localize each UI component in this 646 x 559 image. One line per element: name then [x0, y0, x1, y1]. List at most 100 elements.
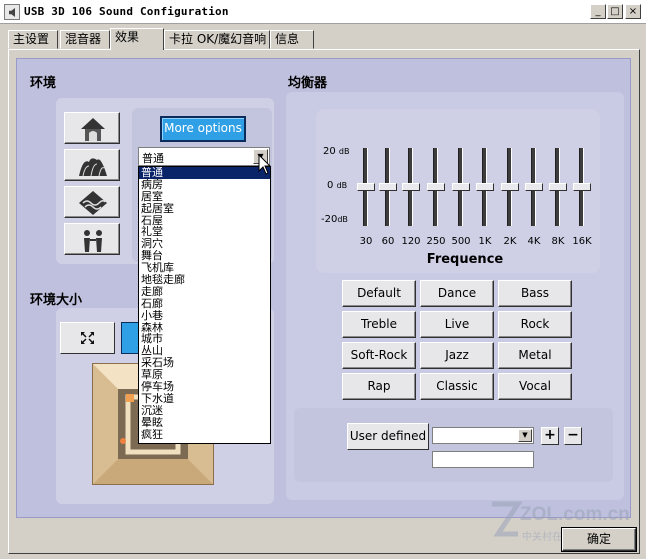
- eq-slider-120[interactable]: [402, 148, 420, 226]
- user-preset-select[interactable]: ▼: [432, 427, 534, 444]
- eq-slider-thumb[interactable]: [379, 183, 397, 191]
- freq-label: 1K: [478, 236, 492, 247]
- watermark-brand: ZOL.com.cn: [520, 504, 630, 525]
- expand-arrows-icon: [81, 332, 94, 344]
- title-bar: USB 3D 106 Sound Configuration _ □ ×: [0, 0, 646, 24]
- preset-rock-button[interactable]: Rock: [498, 311, 572, 338]
- window-title: USB 3D 106 Sound Configuration: [24, 5, 229, 18]
- more-options-button[interactable]: More options: [160, 116, 246, 142]
- env-size-expand-button[interactable]: [60, 322, 115, 354]
- close-button[interactable]: ×: [625, 4, 641, 19]
- preset-vocal-button[interactable]: Vocal: [498, 373, 572, 400]
- env-preset-house[interactable]: [64, 112, 120, 144]
- freq-label: 500: [451, 236, 471, 247]
- mouse-cursor-icon: [258, 154, 272, 175]
- eq-slider-thumb[interactable]: [476, 183, 494, 191]
- dropdown-option[interactable]: 飞机库: [139, 262, 270, 274]
- db-label-bottom: -20dB: [321, 214, 348, 225]
- dropdown-option[interactable]: 草原: [139, 369, 270, 381]
- env-preset-landscape[interactable]: [64, 186, 120, 218]
- eq-slider-1K[interactable]: [476, 148, 494, 226]
- dropdown-option[interactable]: 小巷: [139, 310, 270, 322]
- eq-slider-2K[interactable]: [501, 148, 519, 226]
- house-icon: [81, 118, 105, 141]
- eq-slider-8K[interactable]: [549, 148, 567, 226]
- tab-effects[interactable]: 效果: [110, 28, 164, 50]
- dropdown-option[interactable]: 礼堂: [139, 226, 270, 238]
- landscape-icon: [79, 191, 107, 215]
- freq-label: 8K: [551, 236, 565, 247]
- dropdown-option[interactable]: 采石场: [139, 357, 270, 369]
- speaker-icon: [4, 4, 20, 20]
- preset-live-button[interactable]: Live: [420, 311, 494, 338]
- preset-metal-button[interactable]: Metal: [498, 342, 572, 369]
- environment-select[interactable]: 普通 ▼: [138, 147, 270, 166]
- preset-classic-button[interactable]: Classic: [420, 373, 494, 400]
- preset-name-input[interactable]: [432, 451, 534, 468]
- maximize-button[interactable]: □: [607, 4, 623, 19]
- tab-karaoke[interactable]: 卡拉 OK/魔幻音响: [164, 30, 270, 49]
- ok-button[interactable]: 确定: [562, 528, 636, 551]
- dropdown-option[interactable]: 森林: [139, 322, 270, 334]
- eq-slider-thumb[interactable]: [525, 183, 543, 191]
- freq-label: 2K: [503, 236, 517, 247]
- preset-treble-button[interactable]: Treble: [342, 311, 416, 338]
- dropdown-option[interactable]: 停车场: [139, 381, 270, 393]
- environment-title: 环境: [30, 76, 57, 91]
- env-size-contract-button[interactable]: [121, 322, 139, 354]
- tab-info[interactable]: 信息: [270, 30, 314, 49]
- eq-slider-16K[interactable]: [573, 148, 591, 226]
- tab-main-settings[interactable]: 主设置: [8, 30, 58, 49]
- user-defined-button[interactable]: User defined: [347, 423, 429, 450]
- eq-slider-4K[interactable]: [525, 148, 543, 226]
- user-defined-panel: [294, 408, 613, 482]
- preset-default-button[interactable]: Default: [342, 280, 416, 307]
- eq-slider-thumb[interactable]: [573, 183, 591, 191]
- eq-slider-thumb[interactable]: [402, 183, 420, 191]
- preset-bass-button[interactable]: Bass: [498, 280, 572, 307]
- add-preset-button[interactable]: +: [541, 427, 559, 445]
- dropdown-option[interactable]: 晕眩: [139, 417, 270, 429]
- eq-slider-thumb[interactable]: [452, 183, 470, 191]
- preset-dance-button[interactable]: Dance: [420, 280, 494, 307]
- environment-size-title: 环境大小: [30, 293, 83, 308]
- freq-label: 60: [381, 236, 395, 247]
- dropdown-option[interactable]: 走廊: [139, 286, 270, 298]
- chevron-down-icon[interactable]: ▼: [518, 429, 532, 442]
- dropdown-option[interactable]: 下水道: [139, 393, 270, 405]
- eq-slider-250[interactable]: [427, 148, 445, 226]
- freq-label: 30: [359, 236, 373, 247]
- dropdown-option[interactable]: 病房: [139, 179, 270, 191]
- dropdown-option[interactable]: 石廊: [139, 298, 270, 310]
- dropdown-option[interactable]: 疯狂: [139, 429, 270, 441]
- preset-rap-button[interactable]: Rap: [342, 373, 416, 400]
- dropdown-option[interactable]: 沉迷: [139, 405, 270, 417]
- env-preset-opera[interactable]: [64, 149, 120, 181]
- eq-slider-60[interactable]: [379, 148, 397, 226]
- eq-slider-30[interactable]: [357, 148, 375, 226]
- eq-slider-thumb[interactable]: [501, 183, 519, 191]
- remove-preset-button[interactable]: −: [564, 427, 582, 445]
- preset-soft-rock-button[interactable]: Soft-Rock: [342, 342, 416, 369]
- dropdown-option[interactable]: 起居室: [139, 203, 270, 215]
- dropdown-option[interactable]: 洞穴: [139, 238, 270, 250]
- dropdown-option[interactable]: 石屋: [139, 215, 270, 227]
- eq-slider-thumb[interactable]: [357, 183, 375, 191]
- minimize-button[interactable]: _: [590, 4, 606, 19]
- dropdown-option[interactable]: 舞台: [139, 250, 270, 262]
- dropdown-option[interactable]: 居室: [139, 191, 270, 203]
- dropdown-option[interactable]: 普通: [139, 167, 270, 179]
- preset-jazz-button[interactable]: Jazz: [420, 342, 494, 369]
- eq-slider-thumb[interactable]: [549, 183, 567, 191]
- zol-logo-icon: [492, 501, 522, 537]
- tab-mixer[interactable]: 混音器: [60, 30, 110, 49]
- env-preset-people[interactable]: [64, 223, 120, 255]
- dropdown-option[interactable]: 丛山: [139, 345, 270, 357]
- dropdown-option[interactable]: 城市: [139, 333, 270, 345]
- eq-slider-500[interactable]: [452, 148, 470, 226]
- eq-slider-thumb[interactable]: [427, 183, 445, 191]
- dropdown-option[interactable]: 地毯走廊: [139, 274, 270, 286]
- freq-label: 4K: [527, 236, 541, 247]
- db-label-top: 20 dB: [323, 146, 350, 157]
- environment-dropdown-list[interactable]: 普通 病房 居室 起居室 石屋 礼堂 洞穴 舞台 飞机库 地毯走廊 走廊 石廊 …: [138, 166, 271, 444]
